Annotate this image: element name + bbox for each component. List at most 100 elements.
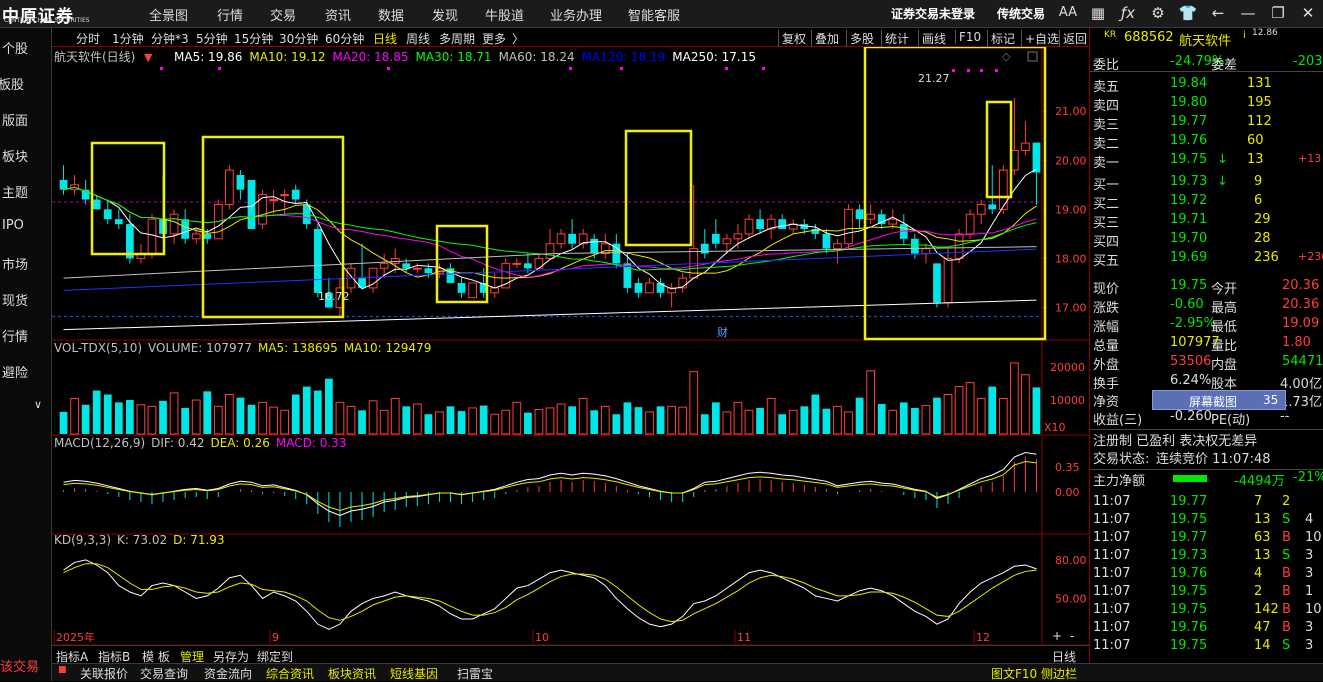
tool-mark[interactable]: 标记	[987, 30, 1015, 47]
period-1min-x3[interactable]: 分钟*3	[151, 30, 189, 47]
tab-capital-flow[interactable]: 资金流向	[204, 665, 252, 682]
left-nav-item[interactable]: 现货	[2, 290, 28, 309]
tab-mine-sweeper[interactable]: 扫雷宝	[457, 665, 493, 682]
trade-mode-button[interactable]: 传统交易	[997, 5, 1045, 22]
candle-body	[191, 233, 201, 240]
formula-icon[interactable]: ƒx	[1118, 3, 1138, 23]
candle-body	[700, 243, 709, 254]
bid-level: 买三 19.71 29	[1093, 212, 1271, 231]
chevron-down-icon[interactable]: ▼	[144, 51, 153, 64]
signal-dot	[725, 67, 728, 70]
quote-stat-row: 换手 6.24% 股本 4.00亿	[1093, 373, 1322, 392]
menu-data[interactable]: 数据	[378, 5, 404, 24]
left-nav-item[interactable]: 版面	[2, 110, 28, 129]
kd-axis-label: 80.00	[1055, 554, 1087, 567]
volume-bar	[811, 394, 820, 434]
tab-general-news[interactable]: 综合资讯	[266, 665, 314, 682]
volume-bar	[800, 406, 809, 434]
zoom-out-button[interactable]: -	[1070, 629, 1074, 643]
volume-bar	[656, 406, 665, 434]
chevron-down-icon[interactable]: ∨	[34, 398, 42, 411]
macd-header: MACD(12,26,9) DIF: 0.42 DEA: 0.26 MACD: 0.3…	[54, 436, 346, 450]
period-weekly[interactable]: 周线	[406, 30, 430, 47]
menu-panorama[interactable]: 全景图	[149, 5, 188, 24]
tool-back[interactable]: 返回	[1059, 30, 1087, 47]
trade-status: 交易状态: 连续竞价 11:07:48	[1093, 452, 1271, 467]
ma-legend-item: MA30: 18.71	[416, 50, 492, 64]
candle-body	[313, 229, 322, 293]
period-5min[interactable]: 5分钟	[196, 30, 228, 47]
menu-discover[interactable]: 发现	[432, 5, 458, 24]
period-more[interactable]: 更多	[482, 30, 506, 47]
restore-icon[interactable]: ❐	[1268, 3, 1288, 23]
chevron-right-icon[interactable]: 〉	[512, 30, 524, 47]
tool-add-watchlist[interactable]: +自选	[1021, 30, 1059, 47]
left-nav-item[interactable]: 行情	[2, 326, 28, 345]
left-nav-item[interactable]: 板块	[2, 146, 28, 165]
diamond-icon[interactable]: ◇	[1002, 50, 1011, 63]
tab-short-gene[interactable]: 短线基因	[390, 665, 438, 682]
volume-bar	[534, 409, 544, 435]
screenshot-popup[interactable]: 屏幕截图 35	[1152, 390, 1286, 410]
signal-dot	[569, 67, 572, 70]
tool-overlay[interactable]: 叠加	[811, 30, 839, 47]
quote-stat-row: 总量 107977 量比 1.80	[1093, 335, 1311, 354]
volume-bar	[678, 406, 688, 435]
gear-icon[interactable]: ⚙	[1148, 3, 1168, 23]
high-price-label: 21.27	[918, 72, 950, 85]
volume-bar	[612, 414, 621, 434]
period-1min[interactable]: 1分钟	[112, 30, 144, 47]
menu-quotes[interactable]: 行情	[217, 5, 243, 24]
menu-bull-stock[interactable]: 牛股道	[485, 5, 524, 24]
login-status[interactable]: 证券交易未登录	[891, 5, 975, 22]
chart-area[interactable]: 21.00 20.00 19.00 18.00 17.00 20000 10000 0.35 0…	[52, 47, 1089, 645]
left-nav-item[interactable]: 避险	[2, 362, 28, 381]
font-size-button[interactable]: AA	[1058, 3, 1078, 23]
tab-trade-query[interactable]: 交易查询	[140, 665, 188, 682]
period-multi[interactable]: 多周期	[439, 30, 475, 47]
period-daily[interactable]: 日线	[373, 30, 397, 47]
tool-adjust[interactable]: 复权	[778, 30, 806, 47]
period-60min[interactable]: 60分钟	[325, 30, 364, 47]
tick-row: 11:07 19.75 2 B 1	[1093, 584, 1314, 599]
close-icon[interactable]: ✕	[1298, 3, 1318, 23]
window-icon[interactable]	[1027, 51, 1038, 62]
sidebar-toggle[interactable]: 图文F10 侧边栏	[991, 665, 1077, 682]
tool-stats[interactable]: 统计	[881, 30, 909, 47]
zoom-in-button[interactable]: +	[1052, 629, 1062, 643]
left-nav-item[interactable]: 板股	[0, 74, 24, 93]
ma-legend-item: MA120: 18.19	[582, 50, 666, 64]
menu-news[interactable]: 资讯	[325, 5, 351, 24]
period-timeshare[interactable]: 分时	[76, 30, 100, 47]
candle-body	[291, 189, 300, 200]
skin-icon[interactable]: 👕	[1178, 3, 1198, 23]
tab-related-quotes[interactable]: 关联报价	[80, 665, 128, 682]
tool-f10[interactable]: F10	[955, 30, 981, 44]
minimize-icon[interactable]: —	[1238, 3, 1258, 23]
menu-business[interactable]: 业务办理	[550, 5, 602, 24]
quote-stat-row: 涨幅 -2.95% 最低 19.09	[1093, 316, 1320, 335]
main-flow-bar	[1173, 475, 1207, 482]
tab-sector-news[interactable]: 板块资讯	[328, 665, 376, 682]
volume-bar	[479, 405, 488, 434]
menu-smart-service[interactable]: 智能客服	[628, 5, 680, 24]
volume-bar	[833, 405, 842, 435]
news-marker[interactable]: 财	[717, 325, 728, 339]
left-nav-trade[interactable]: 该交易	[0, 656, 39, 675]
grid-icon[interactable]: ▦	[1088, 3, 1108, 23]
period-30min[interactable]: 30分钟	[279, 30, 318, 47]
menu-trade[interactable]: 交易	[270, 5, 296, 24]
tool-draw[interactable]: 画线	[918, 30, 946, 47]
period-15min[interactable]: 15分钟	[234, 30, 273, 47]
tick-row: 11:07 19.77 7 2	[1093, 494, 1291, 509]
volume-bar	[457, 411, 466, 434]
left-nav-item[interactable]: IPO	[2, 218, 24, 233]
tool-multi-stock[interactable]: 多股	[846, 30, 874, 47]
left-nav-item[interactable]: 市场	[2, 254, 28, 273]
volume-bar	[258, 401, 267, 435]
back-icon[interactable]: ←	[1208, 3, 1228, 23]
stock-tags: 注册制 已盈利 表决权无差异	[1090, 429, 1323, 449]
left-nav-item[interactable]: 主题	[2, 182, 28, 201]
left-nav-item[interactable]: 个股	[2, 38, 28, 57]
ask-level: 卖一 19.75 ↓ 13 +13	[1093, 152, 1322, 171]
